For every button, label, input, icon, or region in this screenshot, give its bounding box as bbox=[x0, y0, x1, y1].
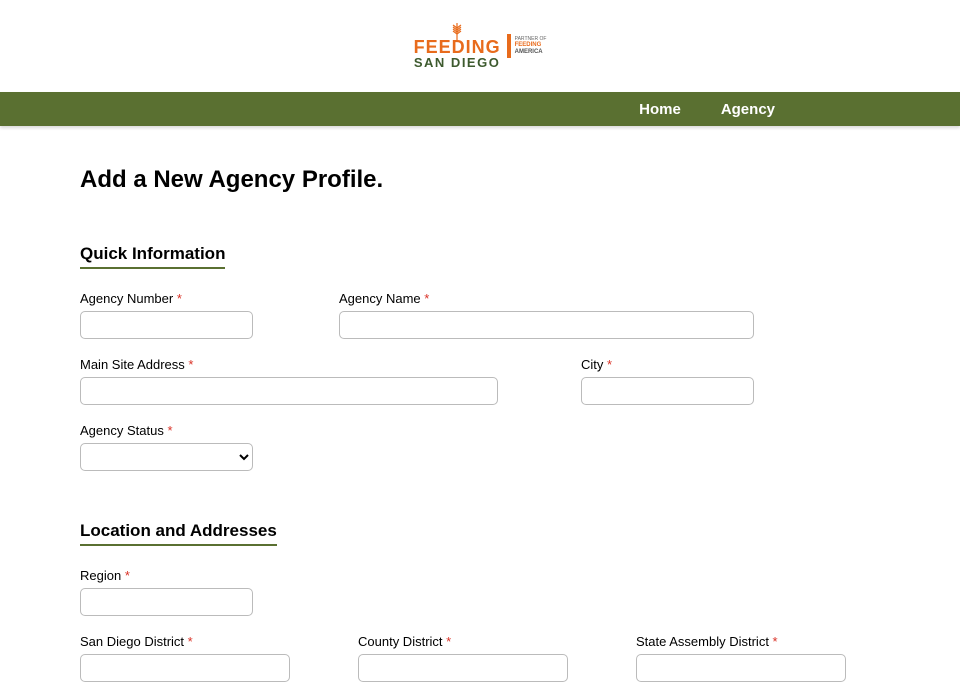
label-san-diego-district: San Diego District * bbox=[80, 634, 290, 649]
city-input[interactable] bbox=[581, 377, 754, 405]
nav-bar: Home Agency bbox=[0, 92, 960, 126]
state-assembly-district-input[interactable] bbox=[636, 654, 846, 682]
label-state-assembly-district: State Assembly District * bbox=[636, 634, 846, 649]
nav-agency[interactable]: Agency bbox=[701, 101, 795, 118]
label-city: City * bbox=[581, 357, 754, 372]
header-logo-area: FEEDING SAN DIEGO PARTNER OF FEEDING AME… bbox=[0, 0, 960, 92]
label-agency-status: Agency Status * bbox=[80, 423, 253, 438]
section-location-addresses: Location and Addresses Region * San Dieg… bbox=[80, 521, 880, 682]
county-district-input[interactable] bbox=[358, 654, 568, 682]
agency-name-input[interactable] bbox=[339, 311, 754, 339]
agency-number-input[interactable] bbox=[80, 311, 253, 339]
content-area: Add a New Agency Profile. Quick Informat… bbox=[0, 126, 960, 682]
logo-feeding-text: FEEDING bbox=[414, 39, 501, 55]
agency-status-select[interactable] bbox=[80, 443, 253, 471]
label-agency-number: Agency Number * bbox=[80, 291, 253, 306]
logo-sandiego-text: SAN DIEGO bbox=[414, 56, 500, 69]
page-title: Add a New Agency Profile. bbox=[80, 166, 880, 194]
label-agency-name: Agency Name * bbox=[339, 291, 754, 306]
label-main-site-address: Main Site Address * bbox=[80, 357, 498, 372]
region-input[interactable] bbox=[80, 588, 253, 616]
section-quick-information: Quick Information Agency Number * Agency… bbox=[80, 244, 880, 471]
label-region: Region * bbox=[80, 568, 253, 583]
section-heading-quick-info: Quick Information bbox=[80, 244, 225, 269]
logo-partner-badge: PARTNER OF FEEDING AMERICA bbox=[507, 34, 547, 58]
section-heading-location: Location and Addresses bbox=[80, 521, 277, 546]
logo[interactable]: FEEDING SAN DIEGO PARTNER OF FEEDING AME… bbox=[414, 23, 547, 68]
san-diego-district-input[interactable] bbox=[80, 654, 290, 682]
nav-home[interactable]: Home bbox=[619, 101, 701, 118]
main-site-address-input[interactable] bbox=[80, 377, 498, 405]
label-county-district: County District * bbox=[358, 634, 568, 649]
